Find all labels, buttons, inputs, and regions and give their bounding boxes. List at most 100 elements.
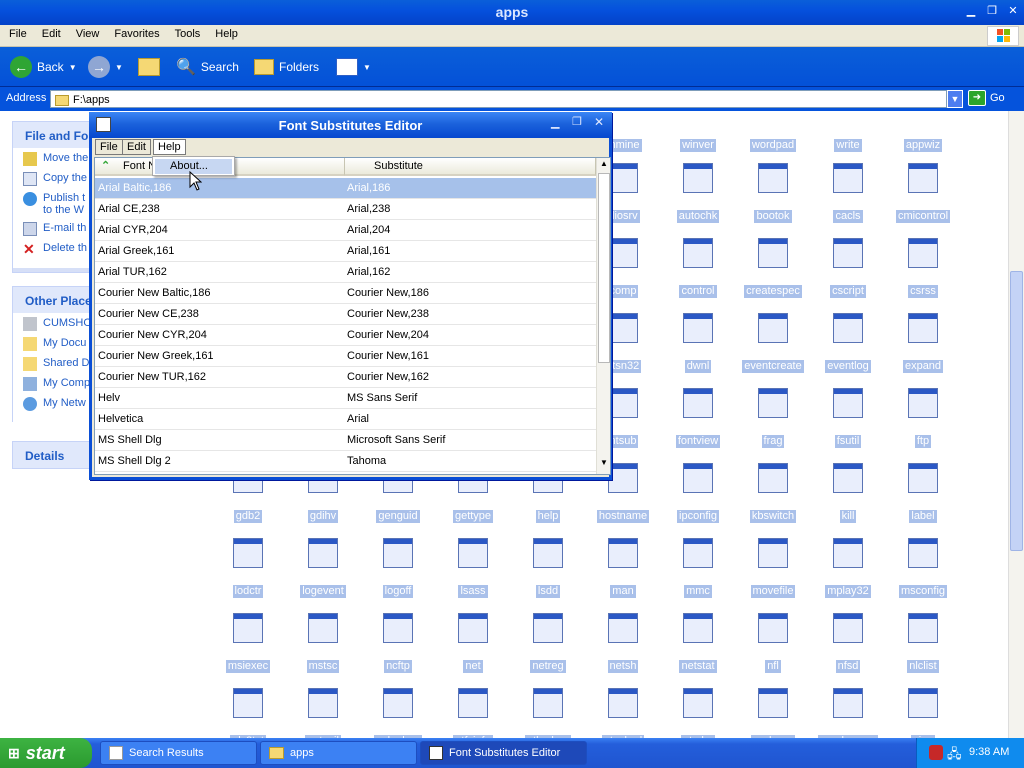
table-row[interactable]: Helv MS Sans Serif — [95, 388, 596, 409]
file-icon-lsass[interactable]: lsass — [438, 538, 508, 598]
file-icon-wordpad[interactable]: wordpad — [738, 92, 808, 152]
task-apps[interactable]: apps — [260, 741, 417, 765]
file-icon-fsutil[interactable]: fsutil — [813, 388, 883, 448]
task-search-results[interactable]: Search Results — [100, 741, 257, 765]
file-icon-kill[interactable]: kill — [813, 463, 883, 523]
file-icon-winver[interactable]: winver — [663, 92, 733, 152]
scrollbar-thumb[interactable] — [598, 173, 610, 363]
file-icon-cacls[interactable]: cacls — [813, 163, 883, 223]
scroll-up-icon[interactable]: ▲ — [598, 159, 610, 172]
file-icon-mmc[interactable]: mmc — [663, 538, 733, 598]
file-icon-createspec[interactable]: createspec — [738, 238, 808, 298]
file-icon-control[interactable]: control — [663, 238, 733, 298]
explorer-scrollbar[interactable] — [1008, 111, 1024, 738]
go-button[interactable]: ➜ Go — [968, 90, 1005, 106]
scrollbar-thumb[interactable] — [1010, 271, 1023, 551]
table-row[interactable]: MS Shell Dlg 2 Tahoma — [95, 451, 596, 472]
search-button[interactable]: 🔍 Search — [176, 55, 239, 79]
file-icon-lsdd[interactable]: lsdd — [513, 538, 583, 598]
minimize-button[interactable]: ▁ — [962, 3, 980, 19]
file-icon-netstat[interactable]: netstat — [663, 613, 733, 673]
menu-edit[interactable]: Edit — [33, 25, 67, 40]
menu-view[interactable]: View — [67, 25, 106, 40]
application-icon — [683, 313, 713, 343]
table-row[interactable]: Courier New CE,238 Courier New,238 — [95, 304, 596, 325]
file-icon-kbswitch[interactable]: kbswitch — [738, 463, 808, 523]
file-icon-eventlog[interactable]: eventlog — [813, 313, 883, 373]
file-icon-dwnl[interactable]: dwnl — [663, 313, 733, 373]
file-icon-msconfig[interactable]: msconfig — [888, 538, 958, 598]
table-row[interactable]: Helvetica Arial — [95, 409, 596, 430]
file-icon-csrss[interactable]: csrss — [888, 238, 958, 298]
table-row[interactable]: Arial Greek,161 Arial,161 — [95, 241, 596, 262]
file-icon-bootok[interactable]: bootok — [738, 163, 808, 223]
file-icon-write[interactable]: write — [813, 92, 883, 152]
file-icon-man[interactable]: man — [588, 538, 658, 598]
maximize-button[interactable]: ❐ — [983, 3, 1001, 19]
views-button[interactable]: ▼ — [336, 55, 371, 79]
fse-menu-file[interactable]: File — [95, 139, 123, 155]
file-icon-nfsd[interactable]: nfsd — [813, 613, 883, 673]
network-icon[interactable]: 🖧 — [947, 745, 962, 767]
table-row[interactable]: Courier New Greek,161 Courier New,161 — [95, 346, 596, 367]
file-icon-label[interactable]: label — [888, 463, 958, 523]
file-icon-netreg[interactable]: netreg — [513, 613, 583, 673]
file-icon-movefile[interactable]: movefile — [738, 538, 808, 598]
table-row[interactable]: Courier New CYR,204 Courier New,204 — [95, 325, 596, 346]
task-font-substitutes-editor[interactable]: Font Substitutes Editor — [420, 741, 587, 765]
file-icon-label: movefile — [750, 585, 796, 598]
fse-menu-help[interactable]: Help — [153, 139, 186, 155]
font-substitutes-list[interactable]: ⌃ Font N Substitute Arial Baltic,186 Aria… — [94, 157, 611, 475]
forward-button[interactable]: → ▼ — [88, 55, 123, 79]
file-icon-lodctr[interactable]: lodctr — [213, 538, 283, 598]
file-icon-msiexec[interactable]: msiexec — [213, 613, 283, 673]
fse-menu-edit[interactable]: Edit — [122, 139, 151, 155]
up-folder-button[interactable] — [138, 55, 160, 79]
file-icon-frag[interactable]: frag — [738, 388, 808, 448]
file-icon-eventcreate[interactable]: eventcreate — [738, 313, 808, 373]
clock[interactable]: 9:38 AM — [969, 746, 1009, 758]
start-button[interactable]: ⊞ start — [0, 738, 92, 768]
table-row[interactable]: Arial CE,238 Arial,238 — [95, 199, 596, 220]
file-icon-logevent[interactable]: logevent — [288, 538, 358, 598]
table-row[interactable]: Arial CYR,204 Arial,204 — [95, 220, 596, 241]
table-row[interactable]: Arial Baltic,186 Arial,186 — [95, 178, 596, 199]
table-row[interactable]: MS Shell Dlg Microsoft Sans Serif — [95, 430, 596, 451]
folder-icon — [23, 357, 37, 371]
column-header-substitute[interactable]: Substitute — [345, 158, 596, 176]
file-icon-mstsc[interactable]: mstsc — [288, 613, 358, 673]
back-button[interactable]: ← Back ▼ — [10, 55, 77, 79]
security-shield-icon[interactable] — [929, 745, 943, 760]
folders-button[interactable]: Folders — [254, 55, 319, 79]
menu-file[interactable]: File — [0, 25, 33, 40]
fse-minimize-button[interactable]: ▁ — [551, 116, 559, 129]
file-icon-nlclist[interactable]: nlclist — [888, 613, 958, 673]
menu-help[interactable]: Help — [206, 25, 244, 40]
file-icon-ncftp[interactable]: ncftp — [363, 613, 433, 673]
fse-maximize-button[interactable]: ❐ — [572, 115, 582, 128]
scroll-down-icon[interactable]: ▼ — [598, 458, 610, 471]
file-icon-cscript[interactable]: cscript — [813, 238, 883, 298]
file-icon-ipconfig[interactable]: ipconfig — [663, 463, 733, 523]
file-icon-mplay32[interactable]: mplay32 — [813, 538, 883, 598]
file-icon-net[interactable]: net — [438, 613, 508, 673]
file-icon-cmicontrol[interactable]: cmicontrol — [888, 163, 958, 223]
file-icon-fontview[interactable]: fontview — [663, 388, 733, 448]
substitute-cell: Arial,161 — [347, 245, 391, 257]
table-row[interactable]: Courier New Baltic,186 Courier New,186 — [95, 283, 596, 304]
file-icon-logoff[interactable]: logoff — [363, 538, 433, 598]
file-icon-ftp[interactable]: ftp — [888, 388, 958, 448]
file-icon-netsh[interactable]: netsh — [588, 613, 658, 673]
list-scrollbar[interactable]: ▲ ▼ — [596, 158, 610, 474]
table-row[interactable]: Arial TUR,162 Arial,162 — [95, 262, 596, 283]
menu-favorites[interactable]: Favorites — [105, 25, 165, 40]
file-icon-expand[interactable]: expand — [888, 313, 958, 373]
file-icon-appwiz[interactable]: appwiz — [888, 92, 958, 152]
substitute-cell: Arial,186 — [347, 182, 391, 194]
file-icon-nfl[interactable]: nfl — [738, 613, 808, 673]
menu-tools[interactable]: Tools — [166, 25, 207, 40]
file-icon-autochk[interactable]: autochk — [663, 163, 733, 223]
close-button[interactable]: ✕ — [1004, 3, 1022, 19]
fse-close-button[interactable]: ✕ — [594, 115, 604, 129]
table-row[interactable]: Courier New TUR,162 Courier New,162 — [95, 367, 596, 388]
